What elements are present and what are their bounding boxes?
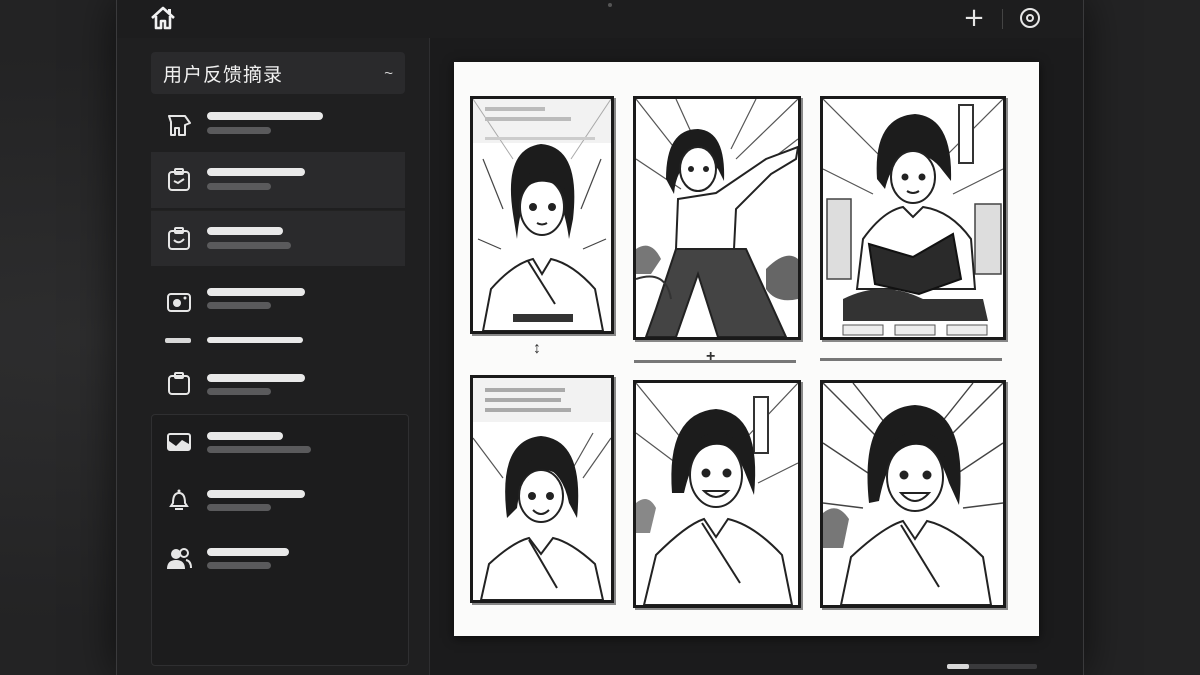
sidebar-item-1[interactable]	[151, 96, 405, 152]
storyboard-panel-4[interactable]	[470, 375, 614, 603]
sidebar-item-2[interactable]	[151, 152, 405, 208]
section-header[interactable]: 用户反馈摘录 ~	[151, 52, 405, 94]
item-subtitle-placeholder	[207, 504, 271, 511]
settings-icon	[1020, 8, 1040, 28]
sidebar-item-6[interactable]	[151, 414, 405, 470]
connector-plus-2: +	[706, 348, 716, 365]
connector-arrow-1: ↕	[533, 340, 541, 357]
girl-grinning-sketch	[636, 383, 798, 605]
item-title-placeholder	[207, 432, 283, 440]
sidebar-item-7[interactable]	[151, 472, 405, 528]
storyboard-panel-2[interactable]	[633, 96, 801, 340]
girl-smiling-sketch	[473, 378, 611, 600]
girl-laughing-sketch	[823, 383, 1003, 605]
item-subtitle-placeholder	[207, 562, 271, 569]
item-subtitle-placeholder	[207, 242, 291, 249]
sidebar-divider-row	[151, 328, 405, 356]
main-canvas: ↕ +	[430, 38, 1083, 675]
sidebar-item-icon	[165, 486, 193, 514]
settings-button[interactable]	[1016, 5, 1044, 31]
girl-pointing-sketch	[636, 99, 798, 337]
section-title: 用户反馈摘录	[163, 64, 284, 86]
divider-placeholder	[207, 337, 303, 343]
camera-icon	[167, 293, 191, 312]
item-subtitle-placeholder	[207, 388, 271, 395]
item-subtitle-placeholder	[207, 302, 271, 309]
add-button[interactable]: +	[960, 5, 988, 31]
item-title-placeholder	[207, 227, 283, 235]
connector-line-3	[820, 358, 1002, 361]
storyboard-panel-3[interactable]	[820, 96, 1006, 340]
sidebar: 用户反馈摘录 ~	[117, 38, 430, 675]
clipboard-icon	[168, 168, 190, 191]
item-title-placeholder	[207, 374, 305, 382]
sidebar-item-icon	[165, 428, 193, 456]
scrollbar-thumb[interactable]	[947, 664, 969, 669]
users-icon	[167, 548, 192, 569]
item-subtitle-placeholder	[207, 446, 311, 453]
clipboard-smile-icon	[168, 227, 190, 250]
sidebar-item-icon	[165, 288, 193, 316]
item-title-placeholder	[207, 288, 305, 296]
girl-portrait-sketch	[473, 99, 611, 331]
storyboard-panel-5[interactable]	[633, 380, 801, 608]
storyboard-panel-1[interactable]	[470, 96, 614, 334]
dash-icon	[165, 338, 191, 343]
clipboard-outline-icon	[168, 372, 190, 395]
sidebar-item-8[interactable]	[151, 530, 405, 586]
sidebar-item-icon	[165, 225, 193, 253]
sidebar-item-5[interactable]	[151, 356, 405, 412]
sidebar-item-icon	[165, 110, 193, 138]
image-icon	[167, 433, 191, 451]
item-subtitle-placeholder	[207, 183, 271, 190]
item-subtitle-placeholder	[207, 127, 271, 134]
sidebar-item-icon	[165, 544, 193, 572]
home-icon	[151, 6, 175, 30]
item-title-placeholder	[207, 168, 305, 176]
app-window: + 用户反馈摘录 ~ ↕ +	[116, 0, 1084, 675]
storyboard-page[interactable]: ↕ +	[454, 62, 1039, 636]
horizontal-scrollbar[interactable]	[947, 664, 1037, 669]
storyboard-panel-6[interactable]	[820, 380, 1006, 608]
bell-person-icon	[169, 489, 189, 510]
add-icon: +	[963, 3, 985, 33]
item-title-placeholder	[207, 548, 289, 556]
sidebar-item-4[interactable]	[151, 274, 405, 330]
shirt-icon	[168, 115, 191, 136]
sidebar-item-icon	[165, 166, 193, 194]
top-bar: +	[117, 0, 1083, 39]
girl-reading-sketch	[823, 99, 1003, 336]
sidebar-item-icon	[165, 370, 193, 398]
collapse-icon[interactable]: ~	[384, 66, 393, 81]
home-button[interactable]	[149, 5, 177, 31]
toolbar-divider	[1002, 9, 1003, 29]
item-title-placeholder	[207, 112, 323, 120]
sidebar-item-3[interactable]	[151, 210, 405, 266]
item-title-placeholder	[207, 490, 305, 498]
